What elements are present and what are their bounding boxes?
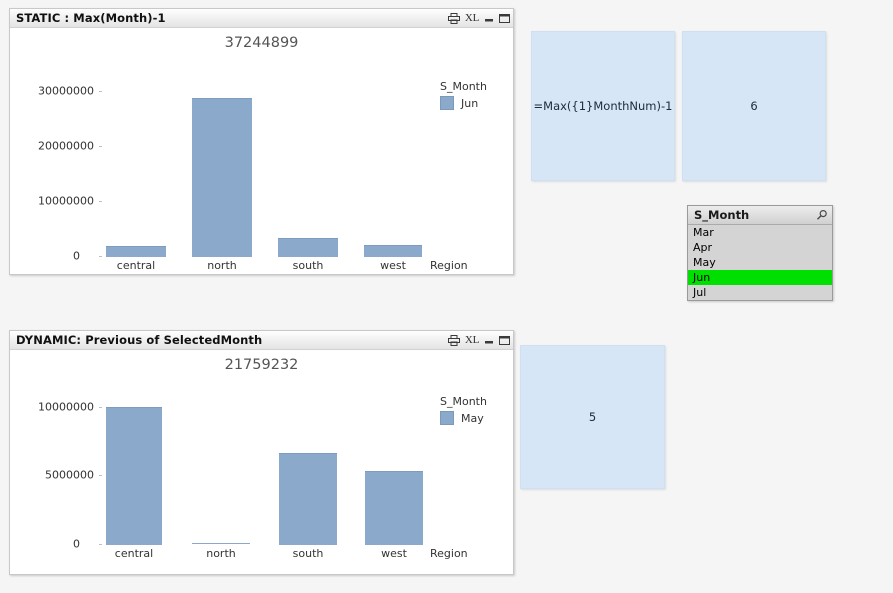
ytick-mark	[99, 544, 102, 545]
dynamic-plot-area: 10000000 5000000 0 central north south w…	[10, 350, 513, 574]
ytick-mark	[99, 475, 102, 476]
xtick-label-north: north	[207, 259, 237, 272]
dynamic-result-textbox[interactable]: 5	[520, 345, 665, 489]
static-window-buttons: XL	[447, 12, 510, 24]
listbox-title: S_Month	[694, 208, 750, 222]
dynamic-chart-window[interactable]: DYNAMIC: Previous of SelectedMonth XL 21…	[9, 330, 514, 575]
static-window-title: STATIC : Max(Month)-1	[16, 11, 166, 25]
dynamic-result-text: 5	[588, 410, 597, 424]
ytick-label: 0	[73, 537, 80, 551]
static-chart-window[interactable]: STATIC : Max(Month)-1 XL 37244899 S_Mont…	[9, 8, 514, 275]
maximize-icon[interactable]	[499, 335, 510, 345]
list-item[interactable]: Apr	[688, 240, 832, 255]
ytick-mark	[99, 201, 102, 202]
excel-export-icon[interactable]: XL	[465, 12, 479, 24]
x-axis-title: Region	[430, 259, 468, 272]
xtick-label-north: north	[206, 547, 236, 560]
ytick-label: 10000000	[38, 400, 94, 414]
bar-central[interactable]	[106, 246, 166, 257]
bar-west[interactable]	[365, 471, 423, 545]
xtick-label-west: west	[380, 259, 406, 272]
bar-west[interactable]	[364, 245, 422, 257]
xtick-label-central: central	[116, 259, 156, 272]
ytick-label: 20000000	[38, 139, 94, 153]
ytick-mark	[99, 146, 102, 147]
xtick-label-south: south	[292, 259, 324, 272]
list-item[interactable]: Jul	[688, 285, 832, 300]
ytick-label: 5000000	[45, 468, 94, 482]
ytick-mark	[99, 407, 102, 408]
minimize-icon[interactable]	[484, 335, 494, 345]
bar-central[interactable]	[106, 407, 162, 545]
list-item[interactable]: May	[688, 255, 832, 270]
bar-north[interactable]	[192, 543, 250, 544]
x-axis-title: Region	[430, 547, 468, 560]
excel-export-icon[interactable]: XL	[465, 334, 479, 346]
list-item[interactable]: Mar	[688, 225, 832, 240]
xtick-label-west: west	[381, 547, 407, 560]
xtick-label-south: south	[292, 547, 324, 560]
bar-south[interactable]	[278, 238, 338, 257]
s-month-listbox[interactable]: S_Month Mar Apr May Jun Jul	[687, 205, 833, 301]
listbox-header[interactable]: S_Month	[688, 206, 832, 225]
minimize-icon[interactable]	[484, 13, 494, 23]
ytick-label: 0	[73, 249, 80, 263]
bar-north[interactable]	[192, 98, 252, 257]
listbox-rows: Mar Apr May Jun Jul	[688, 225, 832, 300]
ytick-label: 10000000	[38, 194, 94, 208]
ytick-mark	[99, 91, 102, 92]
expression-textbox[interactable]: =Max({1}MonthNum)-1	[531, 31, 675, 181]
maximize-icon[interactable]	[499, 13, 510, 23]
static-window-titlebar[interactable]: STATIC : Max(Month)-1 XL	[10, 9, 513, 28]
print-icon[interactable]	[447, 334, 460, 346]
ytick-label: 30000000	[38, 84, 94, 98]
ytick-mark	[99, 256, 102, 257]
dashboard-root: STATIC : Max(Month)-1 XL 37244899 S_Mont…	[0, 0, 893, 593]
dynamic-chart-body: 21759232 S_Month May 10000000 5000000 0	[10, 350, 513, 574]
static-plot-area: 30000000 20000000 10000000 0 central nor…	[10, 28, 513, 274]
dynamic-window-buttons: XL	[447, 334, 510, 346]
bar-south[interactable]	[279, 453, 337, 545]
xtick-label-central: central	[114, 547, 154, 560]
expression-text: =Max({1}MonthNum)-1	[533, 99, 673, 113]
static-chart-body: 37244899 S_Month Jun 30000000 20000000 1…	[10, 28, 513, 274]
static-result-textbox[interactable]: 6	[682, 31, 826, 181]
static-result-text: 6	[750, 99, 758, 113]
print-icon[interactable]	[447, 12, 460, 24]
dynamic-window-title: DYNAMIC: Previous of SelectedMonth	[16, 333, 263, 347]
search-icon[interactable]	[816, 209, 828, 221]
list-item-selected[interactable]: Jun	[688, 270, 832, 285]
dynamic-window-titlebar[interactable]: DYNAMIC: Previous of SelectedMonth XL	[10, 331, 513, 350]
